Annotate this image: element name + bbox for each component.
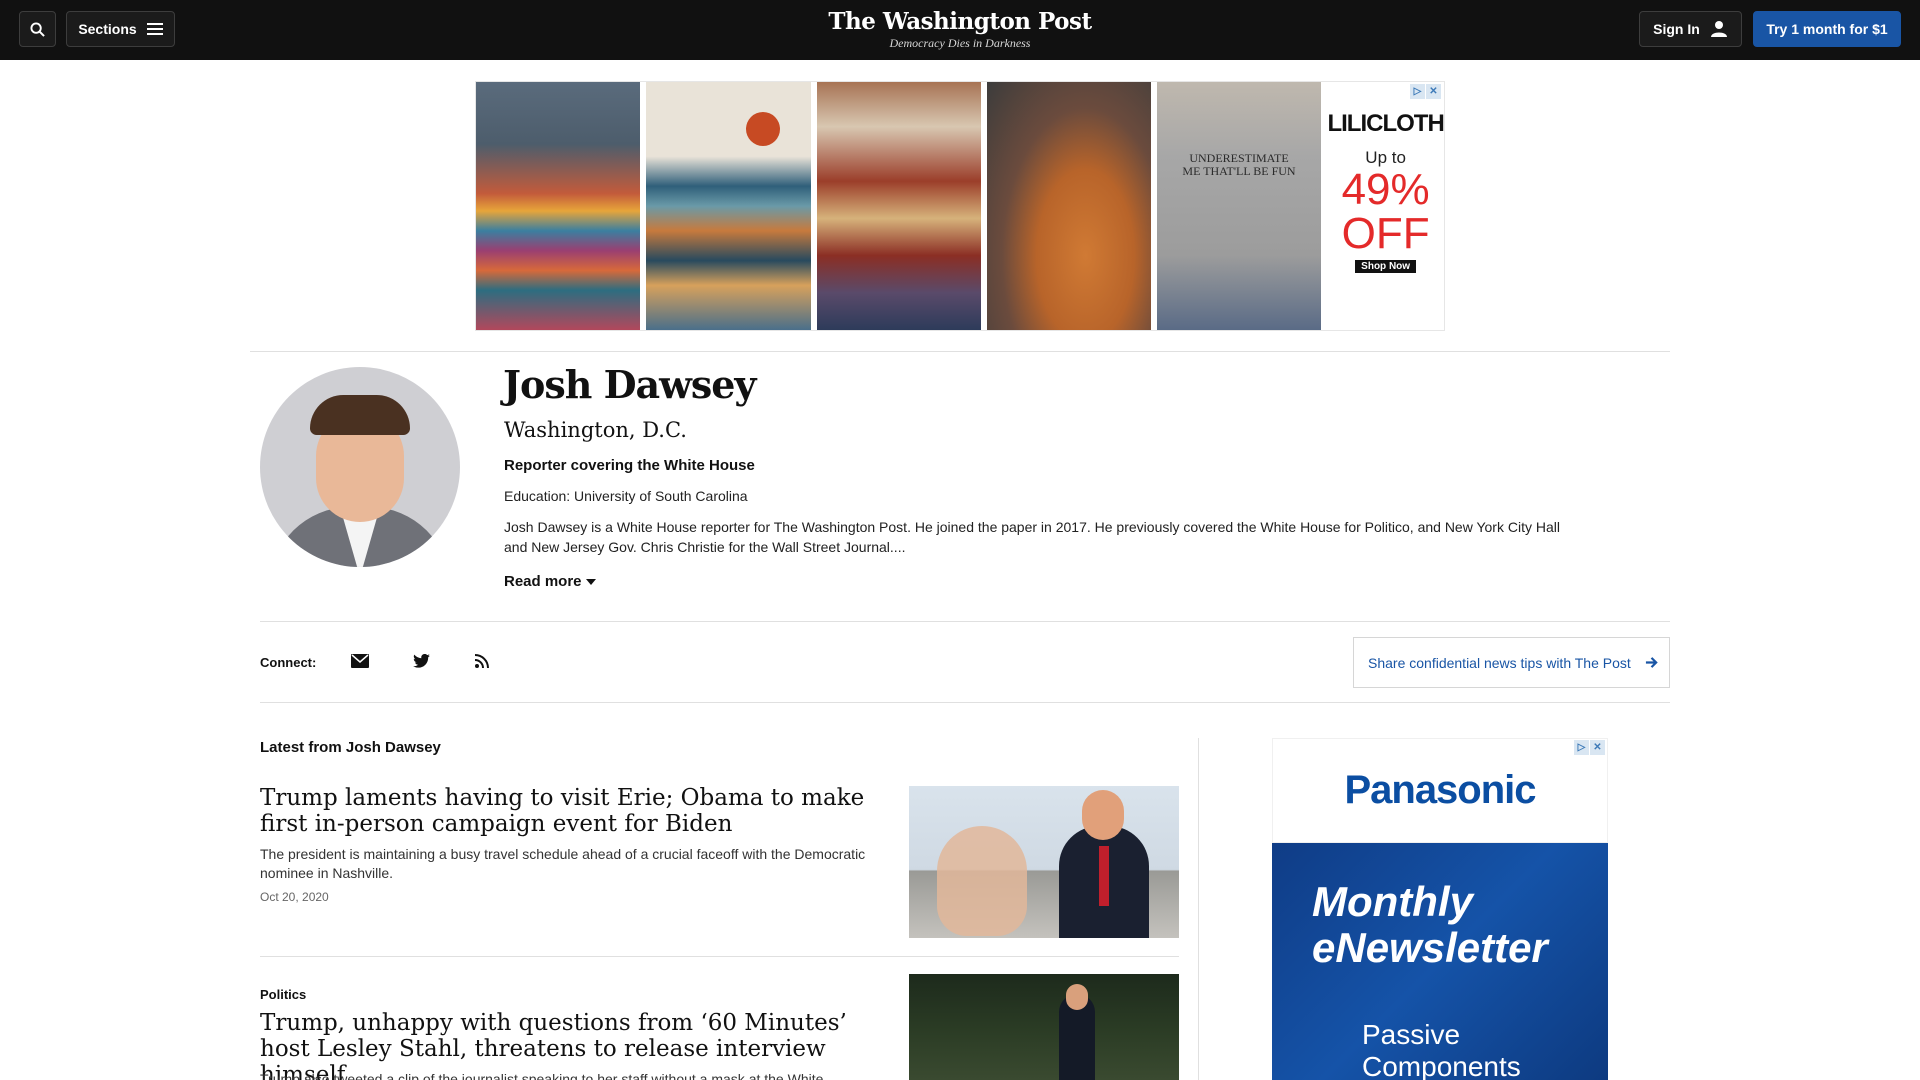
story-blurb: The president is maintaining a busy trav…	[260, 846, 866, 881]
rss-icon	[475, 654, 489, 668]
divider	[260, 956, 1179, 957]
close-icon[interactable]: ✕	[1426, 84, 1441, 99]
arrow-right-icon	[1645, 657, 1658, 668]
ad-product-image[interactable]	[816, 82, 981, 330]
ad-shirt-text: UNDERESTIMATE ME THAT'LL BE FUN	[1182, 151, 1296, 178]
side-ad[interactable]: Panasonic Monthly eNewsletter Passive Co…	[1272, 738, 1608, 1080]
subscribe-button[interactable]: Try 1 month for $1	[1753, 11, 1901, 47]
story-blurb: Trump also tweeted a clip of the journal…	[260, 1071, 824, 1080]
ad-percent: 49%	[1341, 165, 1430, 214]
ad-product-image[interactable]: UNDERESTIMATE ME THAT'LL BE FUN	[1157, 82, 1322, 330]
side-ad-subhead: Passive Components	[1362, 1019, 1521, 1080]
logo-tagline: Democracy Dies in Darkness	[889, 36, 1031, 50]
ad-offer-panel[interactable]: LILICLOTH Up to 49% OFF Shop Now	[1327, 82, 1445, 330]
author-name: Josh Dawsey	[503, 362, 757, 407]
sign-in-button[interactable]: Sign In	[1639, 11, 1742, 47]
author-photo	[260, 367, 460, 567]
ad-product-image[interactable]	[986, 82, 1151, 330]
connect-label: Connect:	[260, 655, 317, 670]
caret-down-icon	[585, 578, 596, 585]
ad-sun-graphic	[746, 112, 781, 146]
ad-brand: LILICLOTH	[1327, 110, 1444, 137]
story-date: Oct 20, 2020	[260, 890, 329, 904]
twitter-link[interactable]	[409, 650, 433, 672]
story-headline[interactable]: Trump laments having to visit Erie; Obam…	[260, 785, 880, 837]
column-divider	[1198, 738, 1199, 1080]
adchoices-icon[interactable]: ▷	[1410, 84, 1425, 99]
author-role: Reporter covering the White House	[504, 457, 755, 474]
logo-title: The Washington Post	[828, 8, 1092, 35]
side-ad-body: Monthly eNewsletter Passive Components	[1272, 843, 1608, 1080]
ad-product-image[interactable]	[476, 82, 641, 330]
story-image[interactable]	[909, 786, 1179, 938]
top-nav: Sections The Washington Post Democracy D…	[0, 0, 1920, 60]
ad-product-image[interactable]	[646, 82, 811, 330]
author-education: Education: University of South Carolina	[504, 488, 748, 504]
story-kicker[interactable]: Politics	[260, 987, 306, 1002]
divider	[250, 351, 1670, 352]
divider	[260, 702, 1670, 703]
side-ad-brand: Panasonic	[1344, 768, 1536, 812]
user-icon	[1710, 21, 1727, 37]
read-more-label: Read more	[504, 573, 582, 590]
rss-link[interactable]	[470, 650, 494, 672]
read-more-button[interactable]: Read more	[504, 573, 596, 590]
email-link[interactable]	[348, 650, 372, 672]
twitter-icon	[412, 654, 430, 668]
sign-in-label: Sign In	[1653, 21, 1700, 37]
divider	[260, 621, 1670, 622]
author-location: Washington, D.C.	[504, 418, 687, 442]
side-ad-header: Panasonic	[1272, 738, 1608, 843]
adchoices[interactable]: ▷ ✕	[1574, 740, 1605, 755]
close-icon[interactable]: ✕	[1590, 740, 1605, 755]
author-bio: Josh Dawsey is a White House reporter fo…	[504, 519, 1560, 555]
top-banner-ad[interactable]: UNDERESTIMATE ME THAT'LL BE FUN LILICLOT…	[475, 81, 1445, 331]
latest-heading: Latest from Josh Dawsey	[260, 739, 441, 756]
ad-shop-now-button[interactable]: Shop Now	[1355, 260, 1417, 273]
site-logo[interactable]: The Washington Post Democracy Dies in Da…	[0, 8, 1920, 51]
story-image[interactable]	[909, 974, 1179, 1080]
news-tips-label: Share confidential news tips with The Po…	[1368, 654, 1631, 671]
ad-off: OFF	[1341, 209, 1430, 258]
side-ad-headline: Monthly eNewsletter	[1312, 878, 1548, 971]
email-icon	[351, 654, 369, 668]
adchoices-icon[interactable]: ▷	[1574, 740, 1589, 755]
news-tips-link[interactable]: Share confidential news tips with The Po…	[1353, 637, 1670, 688]
adchoices[interactable]: ▷ ✕	[1410, 84, 1441, 99]
